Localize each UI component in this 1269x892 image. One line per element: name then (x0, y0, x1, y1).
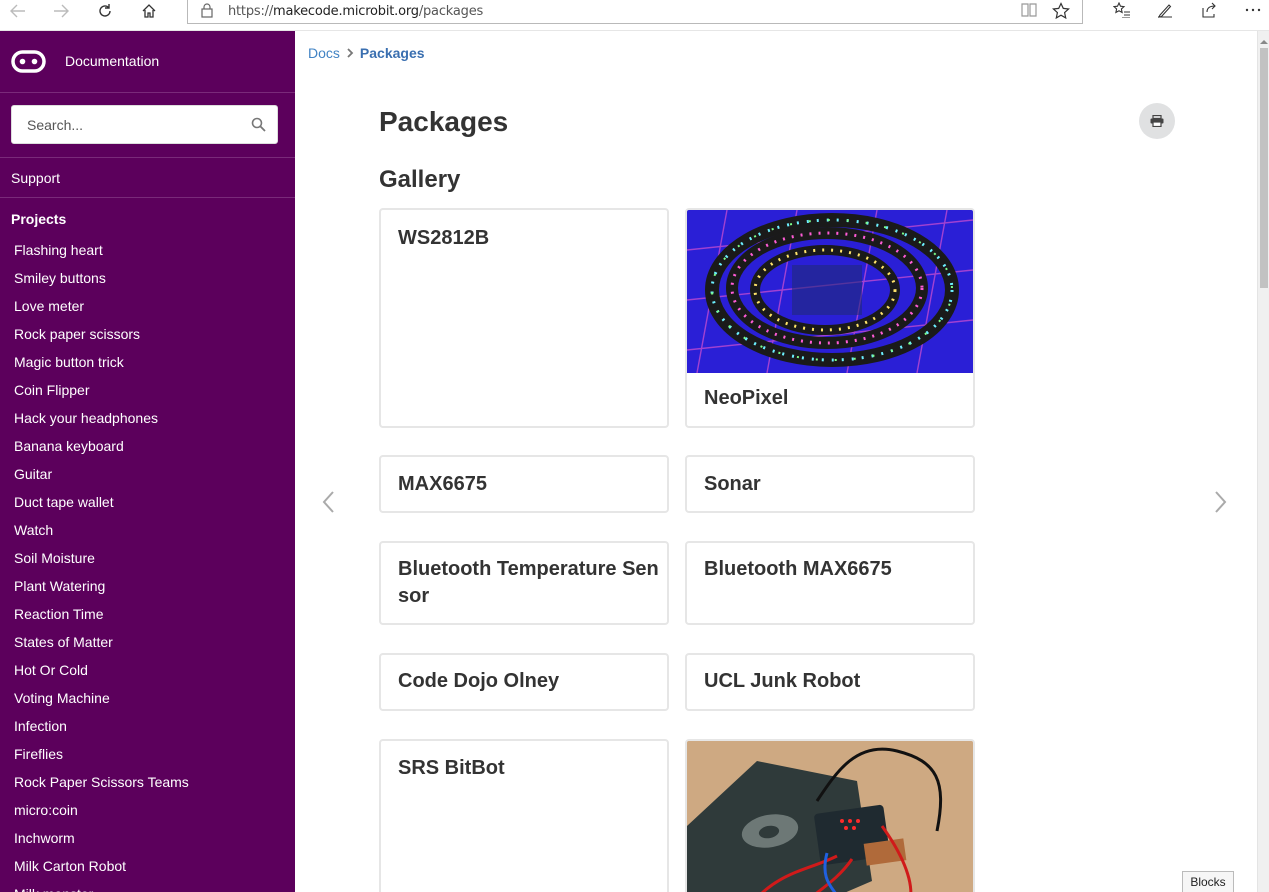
sidebar-item-support[interactable]: Support (0, 158, 295, 198)
blocks-button[interactable]: Blocks (1182, 871, 1234, 892)
sidebar-item-project[interactable]: Rock paper scissors (0, 320, 295, 348)
sidebar-item-project[interactable]: States of Matter (0, 628, 295, 656)
card-title: SRS BitBot (398, 757, 505, 779)
forward-icon[interactable] (45, 0, 77, 22)
breadcrumb-current: Packages (359, 45, 425, 61)
junk-robot-image (687, 741, 973, 892)
card-title: UCL Junk Robot (704, 670, 861, 692)
neopixel-image (687, 210, 973, 374)
package-card[interactable]: MAX6675 (379, 455, 669, 513)
package-card[interactable]: UCL Junk Robot (685, 653, 975, 711)
pen-icon[interactable] (1151, 0, 1179, 20)
package-card[interactable] (685, 739, 975, 892)
sidebar-item-project[interactable]: Voting Machine (0, 684, 295, 712)
more-icon[interactable] (1239, 0, 1267, 20)
lock-icon (200, 2, 218, 20)
page-title: Packages (379, 106, 509, 137)
scroll-up-icon[interactable] (1260, 33, 1268, 44)
package-card[interactable]: Sonar (685, 455, 975, 513)
sidebar-item-project[interactable]: Duct tape wallet (0, 488, 295, 516)
sidebar-item-project[interactable]: Banana keyboard (0, 432, 295, 460)
projects-list: Flashing heart Smiley buttons Love meter… (0, 236, 295, 892)
sidebar-item-project[interactable]: Soil Moisture (0, 544, 295, 572)
sidebar-item-project[interactable]: Watch (0, 516, 295, 544)
package-card[interactable]: NeoPixel (685, 208, 975, 428)
projects-heading[interactable]: Projects (11, 211, 66, 227)
url-text: https://makecode.microbit.org/packages (228, 4, 484, 19)
card-title: Code Dojo Olney (398, 670, 560, 692)
search-box (11, 105, 278, 144)
sidebar-item-project[interactable]: Reaction Time (0, 600, 295, 628)
gallery-next-arrow[interactable] (1211, 487, 1231, 517)
package-card[interactable]: SRS BitBot (379, 739, 669, 892)
refresh-icon[interactable] (89, 0, 121, 22)
reading-view-icon[interactable] (1020, 2, 1038, 20)
back-icon[interactable] (2, 0, 34, 22)
page-scrollbar[interactable] (1257, 31, 1269, 892)
favorites-hub-icon[interactable] (1108, 0, 1136, 20)
package-card[interactable]: Bluetooth MAX6675 (685, 541, 975, 625)
sidebar: Documentation Support Projects Flashing … (0, 31, 295, 892)
package-card[interactable]: WS2812B (379, 208, 669, 428)
gallery-prev-arrow[interactable] (318, 487, 338, 517)
favorite-star-icon[interactable] (1052, 2, 1070, 20)
print-button[interactable] (1139, 103, 1175, 139)
share-icon[interactable] (1195, 0, 1223, 20)
card-title: Sonar (704, 473, 761, 495)
sidebar-item-project[interactable]: Love meter (0, 292, 295, 320)
search-input[interactable] (12, 106, 252, 143)
breadcrumb-docs-link[interactable]: Docs (308, 45, 340, 61)
sidebar-item-project[interactable]: Magic button trick (0, 348, 295, 376)
sidebar-item-project[interactable]: Fireflies (0, 740, 295, 768)
sidebar-item-project[interactable]: Plant Watering (0, 572, 295, 600)
sidebar-item-project[interactable]: Hot Or Cold (0, 656, 295, 684)
card-title: Bluetooth MAX6675 (704, 558, 892, 580)
sidebar-item-project[interactable]: Guitar (0, 460, 295, 488)
home-icon[interactable] (133, 0, 165, 22)
card-title: WS2812B (398, 227, 490, 249)
card-title: NeoPixel (704, 387, 789, 409)
sidebar-item-project[interactable]: Hack your headphones (0, 404, 295, 432)
package-card[interactable]: Code Dojo Olney (379, 653, 669, 711)
sidebar-item-project[interactable]: Milk Carton Robot (0, 852, 295, 880)
address-bar[interactable]: https://makecode.microbit.org/packages (187, 0, 1083, 24)
package-card[interactable]: Bluetooth Temperature Sensor (379, 541, 669, 625)
main-content: Docs Packages Packages Gallery WS2812B N… (295, 31, 1257, 892)
sidebar-title: Documentation (65, 53, 160, 69)
sidebar-item-project[interactable]: Rock Paper Scissors Teams (0, 768, 295, 796)
sidebar-brand[interactable]: Documentation (0, 31, 295, 93)
sidebar-item-project[interactable]: micro:coin (0, 796, 295, 824)
section-title-gallery: Gallery (379, 166, 461, 193)
support-label: Support (11, 170, 61, 186)
sidebar-item-project[interactable]: Smiley buttons (0, 264, 295, 292)
scrollbar-thumb[interactable] (1260, 48, 1268, 288)
card-title: Bluetooth Temperature Sensor (398, 558, 659, 607)
search-icon[interactable] (251, 117, 266, 132)
microbit-logo-icon (11, 50, 46, 73)
sidebar-item-project[interactable]: Milk monster (0, 880, 295, 892)
search-section (0, 93, 295, 158)
sidebar-item-project[interactable]: Inchworm (0, 824, 295, 852)
chevron-right-icon (347, 48, 354, 58)
sidebar-item-project[interactable]: Coin Flipper (0, 376, 295, 404)
sidebar-item-project[interactable]: Infection (0, 712, 295, 740)
card-title: MAX6675 (398, 473, 487, 495)
breadcrumb: Docs Packages (308, 45, 425, 61)
browser-toolbar: https://makecode.microbit.org/packages (0, 0, 1269, 31)
print-icon (1150, 115, 1164, 127)
sidebar-item-project[interactable]: Flashing heart (0, 236, 295, 264)
